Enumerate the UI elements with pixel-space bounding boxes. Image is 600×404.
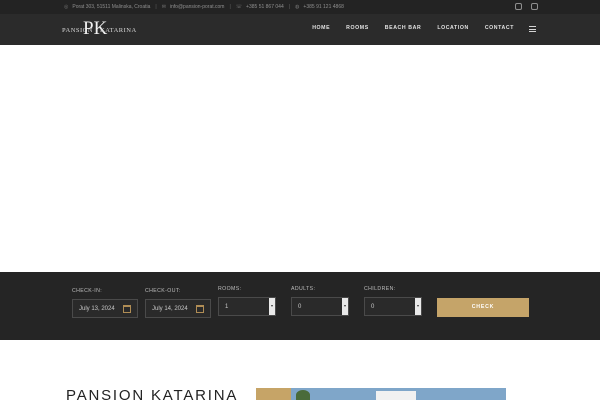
- adults-value: 0: [298, 304, 302, 310]
- palm-tree-graphic: [296, 390, 310, 400]
- divider: |: [288, 4, 291, 10]
- divider: |: [155, 4, 157, 10]
- logo-word-right: KATARINA: [100, 27, 137, 34]
- instagram-icon[interactable]: [531, 3, 538, 10]
- top-info-bar: ◎ Porat 303, 51511 Malinska, Croatia | ✉…: [0, 0, 600, 14]
- checkout-input[interactable]: July 14, 2024: [145, 299, 211, 318]
- chevron-down-icon[interactable]: [269, 298, 275, 315]
- hamburger-menu-icon[interactable]: [529, 26, 536, 32]
- adults-select[interactable]: 0: [291, 297, 349, 316]
- nav-location[interactable]: LOCATION: [437, 25, 469, 31]
- contact-info: ◎ Porat 303, 51511 Malinska, Croatia | ✉…: [64, 4, 344, 10]
- children-field: CHILDREN: 0: [364, 286, 422, 316]
- divider: |: [229, 4, 231, 10]
- adults-field: ADULTS: 0: [291, 286, 349, 316]
- nav-home[interactable]: HOME: [312, 25, 330, 31]
- checkin-label: CHECK-IN:: [72, 288, 103, 294]
- children-label: CHILDREN:: [364, 286, 396, 292]
- rooms-value: 1: [225, 304, 229, 310]
- children-value: 0: [371, 304, 375, 310]
- hotel-photo: [256, 388, 506, 400]
- checkout-field: CHECK-OUT: July 14, 2024: [145, 288, 211, 318]
- phone-link[interactable]: +385 51 867 044: [246, 4, 284, 10]
- nav-beach-bar[interactable]: BEACH BAR: [385, 25, 422, 31]
- rooms-label: ROOMS:: [218, 286, 242, 292]
- checkin-field: CHECK-IN: July 13, 2024: [72, 288, 138, 318]
- location-pin-icon: ◎: [64, 4, 69, 10]
- hero-area: [0, 45, 600, 272]
- checkin-input[interactable]: July 13, 2024: [72, 299, 138, 318]
- nav-rooms[interactable]: ROOMS: [346, 25, 369, 31]
- social-links: [515, 3, 538, 10]
- calendar-icon[interactable]: [196, 305, 204, 313]
- envelope-icon: ✉: [161, 4, 166, 10]
- mobile-link[interactable]: +385 91 121 4868: [303, 4, 343, 10]
- chevron-down-icon[interactable]: [415, 298, 421, 315]
- checkout-label: CHECK-OUT:: [145, 288, 181, 294]
- checkin-value: July 13, 2024: [79, 306, 115, 312]
- whatsapp-icon: ◍: [295, 4, 300, 10]
- calendar-icon[interactable]: [123, 305, 131, 313]
- address-text: Porat 303, 51511 Malinska, Croatia: [72, 4, 151, 10]
- adults-label: ADULTS:: [291, 286, 316, 292]
- children-select[interactable]: 0: [364, 297, 422, 316]
- nav-contact[interactable]: CONTACT: [485, 25, 514, 31]
- page-title: PANSION KATARINA: [66, 387, 239, 404]
- checkout-value: July 14, 2024: [152, 306, 188, 312]
- phone-icon: ☏: [235, 4, 243, 10]
- main-nav: HOME ROOMS BEACH BAR LOCATION CONTACT: [312, 25, 514, 31]
- rooms-select[interactable]: 1: [218, 297, 276, 316]
- email-link[interactable]: info@pansion-porat.com: [170, 4, 225, 10]
- chevron-down-icon[interactable]: [342, 298, 348, 315]
- site-header: PANSION PK KATARINA HOME ROOMS BEACH BAR…: [0, 14, 600, 45]
- tripadvisor-icon[interactable]: [515, 3, 522, 10]
- rooms-field: ROOMS: 1: [218, 286, 276, 316]
- check-button[interactable]: CHECK: [437, 298, 529, 317]
- building-graphic: [376, 391, 416, 400]
- site-logo[interactable]: PANSION PK KATARINA: [62, 19, 136, 41]
